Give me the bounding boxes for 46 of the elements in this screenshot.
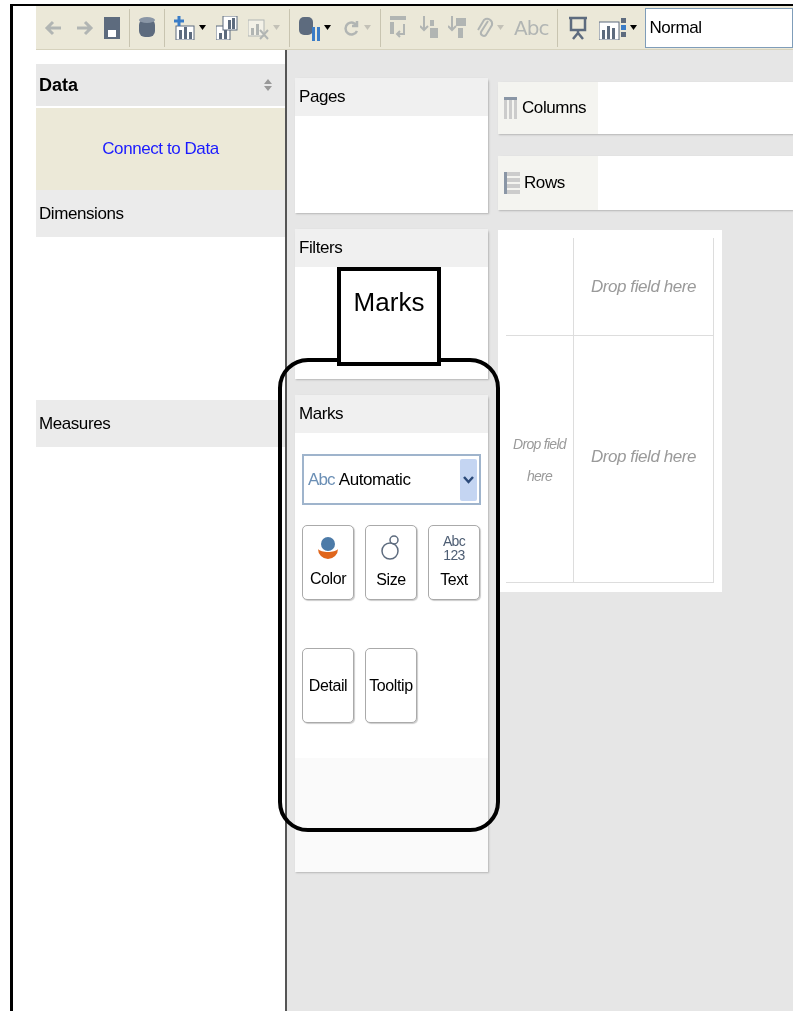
connect-to-data-link[interactable]: Connect to Data xyxy=(102,136,219,162)
abc-123-icon: Abc 123 xyxy=(443,533,465,562)
columns-icon xyxy=(504,97,518,119)
mark-property-button[interactable]: Detail xyxy=(302,648,354,723)
caret-icon xyxy=(273,25,280,30)
drop-zone-hint: Drop field here xyxy=(590,275,697,298)
sort-descending-icon xyxy=(448,15,466,40)
caret-icon xyxy=(364,25,371,30)
drop-zone-hint: Drop field here xyxy=(512,435,568,486)
shelf-label: Columns xyxy=(522,97,587,120)
mark-property-button[interactable]: Abc 123 Text xyxy=(428,525,480,600)
caret-icon xyxy=(630,25,638,30)
paperclip-icon xyxy=(476,15,494,40)
card-title: Marks xyxy=(299,403,344,426)
mark-property-button[interactable]: Tooltip xyxy=(365,648,417,723)
database-bars-icon xyxy=(299,14,321,41)
size-circles-icon xyxy=(381,533,401,562)
shelf[interactable]: Columns xyxy=(498,82,793,134)
caret-icon xyxy=(199,25,206,30)
rows-icon xyxy=(504,172,520,194)
caret-icon xyxy=(324,25,331,30)
mark-property-button[interactable]: Size xyxy=(365,525,417,600)
color-drops-icon xyxy=(317,534,339,561)
bar-chart-icon xyxy=(216,15,238,40)
mark-type-dropdown[interactable]: Abc Automatic xyxy=(302,454,481,505)
card-title: Pages xyxy=(299,86,346,109)
card-title: Filters xyxy=(299,237,343,260)
save-icon xyxy=(104,16,120,39)
caret-icon xyxy=(497,25,504,30)
shelf-label: Rows xyxy=(524,172,565,195)
panel-title: Data xyxy=(39,73,78,97)
shelf[interactable]: Rows xyxy=(498,156,793,210)
mark-property-button[interactable]: Color xyxy=(302,525,354,600)
bar-chart-icon xyxy=(599,15,628,40)
section-header: Dimensions xyxy=(36,190,285,237)
sort-arrows-icon xyxy=(264,79,272,91)
text-mark-icon: Abc xyxy=(308,466,335,493)
mark-type-value: Automatic xyxy=(338,468,412,491)
presentation-icon xyxy=(567,15,590,40)
view-size-field[interactable]: Normal xyxy=(645,7,793,48)
drop-zone-hint: Drop field here xyxy=(590,446,697,468)
bar-chart-plus-icon xyxy=(174,15,196,40)
database-icon xyxy=(139,15,155,40)
sort-ascending-icon xyxy=(420,15,438,40)
callout-label: Marks xyxy=(337,267,441,366)
section-header: Measures xyxy=(36,400,285,447)
